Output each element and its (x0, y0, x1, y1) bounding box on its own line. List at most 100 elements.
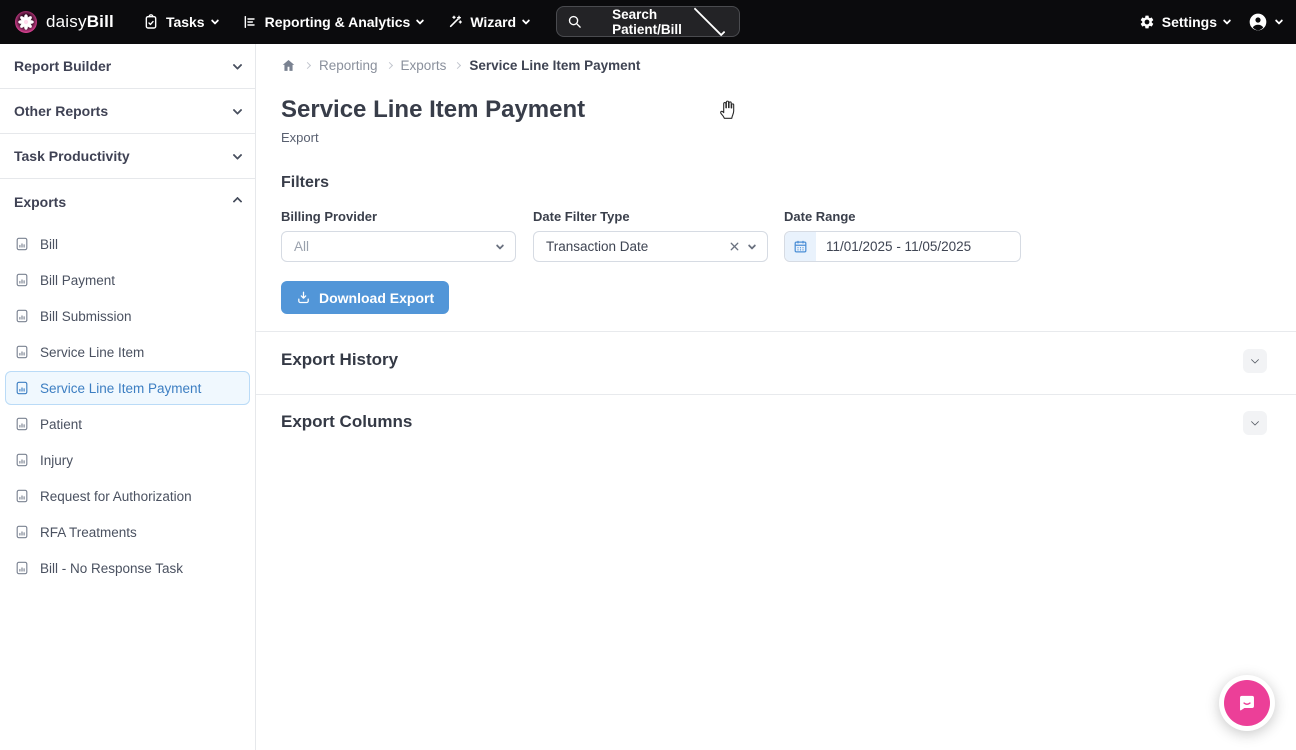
page-subtitle: Export (281, 130, 319, 145)
export-history-title: Export History (281, 350, 399, 369)
sidebar-section-report-builder[interactable]: Report Builder (0, 44, 255, 89)
divider (256, 394, 1296, 395)
chevron-down-icon (747, 240, 757, 250)
sidebar-item-patient[interactable]: Patient (0, 406, 255, 442)
breadcrumb-separator (454, 61, 462, 70)
app-root: daisyBill Tasks Reporting & Analytics Wi… (0, 0, 1296, 750)
chevron-down-icon (1250, 417, 1260, 426)
chevron-down-icon (521, 16, 531, 25)
export-history-toggle-button[interactable] (1243, 349, 1267, 373)
brand-name: daisyBill (46, 12, 114, 31)
section-label: Other Reports (14, 103, 109, 119)
sidebar-item-bill-submission[interactable]: Bill Submission (0, 298, 255, 334)
section-label: Task Productivity (14, 148, 130, 164)
breadcrumb: Reporting Exports Service Line Item Paym… (281, 58, 640, 73)
chevron-down-icon (495, 240, 505, 250)
nav-item-reporting-analytics[interactable]: Reporting & Analytics (233, 7, 433, 37)
chevron-down-icon (416, 16, 425, 25)
filters-heading: Filters (281, 174, 330, 191)
clear-x-icon[interactable] (728, 240, 741, 253)
sidebar-section-other-reports[interactable]: Other Reports (0, 89, 255, 134)
chevron-down-icon (232, 59, 243, 70)
breadcrumb-separator (303, 61, 312, 70)
daisy-flower-icon (14, 10, 38, 34)
sidebar-item-service-line-item[interactable]: Service Line Item (0, 334, 255, 370)
breadcrumb-link-reporting[interactable]: Reporting (319, 58, 378, 73)
top-navbar: daisyBill Tasks Reporting & Analytics Wi… (0, 0, 1296, 44)
sidebar-section-task-productivity[interactable]: Task Productivity (0, 134, 255, 179)
chat-launcher-halo (1219, 675, 1275, 731)
nav-item-label: Wizard (470, 14, 517, 30)
export-columns-title: Export Columns (281, 412, 413, 431)
chevron-down-icon (1222, 16, 1232, 25)
file-chart-icon (15, 453, 29, 467)
sidebar: Report Builder Other Reports Task Produc… (0, 44, 256, 750)
download-icon (296, 290, 311, 305)
main-content: Reporting Exports Service Line Item Paym… (256, 44, 1296, 750)
breadcrumb-current: Service Line Item Payment (469, 58, 641, 73)
file-chart-icon (15, 273, 29, 287)
calendar-icon (785, 232, 816, 261)
brand-logo[interactable]: daisyBill (14, 10, 114, 34)
chevron-up-icon (232, 196, 243, 207)
date-range-input[interactable]: 11/01/2025 - 11/05/2025 (784, 231, 1021, 262)
section-label: Report Builder (14, 58, 112, 74)
breadcrumb-link-exports[interactable]: Exports (401, 58, 447, 73)
chevron-down-icon (232, 104, 243, 115)
account-menu[interactable] (1248, 12, 1284, 32)
nav-right-cluster: Settings (1139, 0, 1284, 44)
settings-menu[interactable]: Settings (1139, 14, 1232, 30)
date-range-group: Date Range 11/01/2025 - 11/05/2025 (784, 209, 1021, 262)
nav-item-label: Tasks (165, 14, 205, 30)
clipboard-check-icon (143, 14, 159, 30)
file-chart-icon (15, 561, 29, 575)
date-filter-type-label: Date Filter Type (533, 209, 630, 224)
search-patient-bill-button[interactable]: Search Patient/Bill (556, 4, 740, 37)
sidebar-item-label: Bill - No Response Task (40, 560, 184, 576)
chevron-down-icon (210, 16, 219, 25)
file-chart-icon (15, 417, 29, 431)
chevron-down-icon (1274, 16, 1284, 25)
date-filter-type-group: Date Filter Type Transaction Date (533, 209, 768, 262)
gear-icon (1139, 14, 1155, 30)
section-label: Exports (14, 193, 67, 210)
chat-launcher-button[interactable] (1224, 680, 1270, 726)
home-icon[interactable] (281, 58, 296, 73)
sidebar-item-label: Bill Submission (40, 308, 132, 324)
breadcrumb-separator (385, 61, 393, 70)
chevron-down-icon (1250, 355, 1260, 364)
nav-item-wizard[interactable]: Wizard (438, 7, 538, 37)
sidebar-item-label: Bill Payment (40, 272, 116, 288)
sidebar-section-exports[interactable]: Exports (0, 179, 255, 224)
sidebar-item-label: Patient (40, 416, 83, 432)
sidebar-item-service-line-item-payment[interactable]: Service Line Item Payment (5, 371, 250, 405)
file-chart-icon (15, 345, 29, 359)
search-label: Search Patient/Bill (612, 6, 682, 37)
sidebar-item-label: Bill (40, 236, 59, 252)
settings-label: Settings (1161, 14, 1217, 30)
sidebar-item-bill-payment[interactable]: Bill Payment (0, 262, 255, 298)
billing-provider-label: Billing Provider (281, 209, 378, 224)
divider (256, 331, 1296, 332)
chevron-down-icon (693, 4, 726, 37)
sidebar-item-rfa-treatments[interactable]: RFA Treatments (0, 514, 255, 550)
date-range-label: Date Range (784, 209, 856, 224)
magic-wand-icon (447, 14, 463, 30)
nav-menu: Tasks Reporting & Analytics Wizard (134, 7, 538, 37)
date-filter-type-select[interactable]: Transaction Date (533, 231, 768, 262)
date-range-value: 11/01/2025 - 11/05/2025 (826, 239, 972, 254)
sidebar-item-bill[interactable]: Bill (0, 226, 255, 262)
search-icon (567, 14, 604, 29)
nav-item-tasks[interactable]: Tasks (134, 7, 227, 37)
person-circle-icon (1248, 12, 1268, 32)
bar-chart-icon (242, 14, 258, 30)
sidebar-item-request-for-authorization[interactable]: Request for Authorization (0, 478, 255, 514)
download-export-button[interactable]: Download Export (281, 281, 450, 314)
file-chart-icon (15, 381, 29, 395)
sidebar-item-bill-no-response-task[interactable]: Bill - No Response Task (0, 550, 255, 586)
billing-provider-select[interactable]: All (281, 231, 516, 262)
sidebar-item-label: Request for Authorization (40, 488, 192, 504)
export-columns-toggle-button[interactable] (1243, 411, 1267, 435)
sidebar-item-label: RFA Treatments (40, 524, 137, 540)
sidebar-item-injury[interactable]: Injury (0, 442, 255, 478)
